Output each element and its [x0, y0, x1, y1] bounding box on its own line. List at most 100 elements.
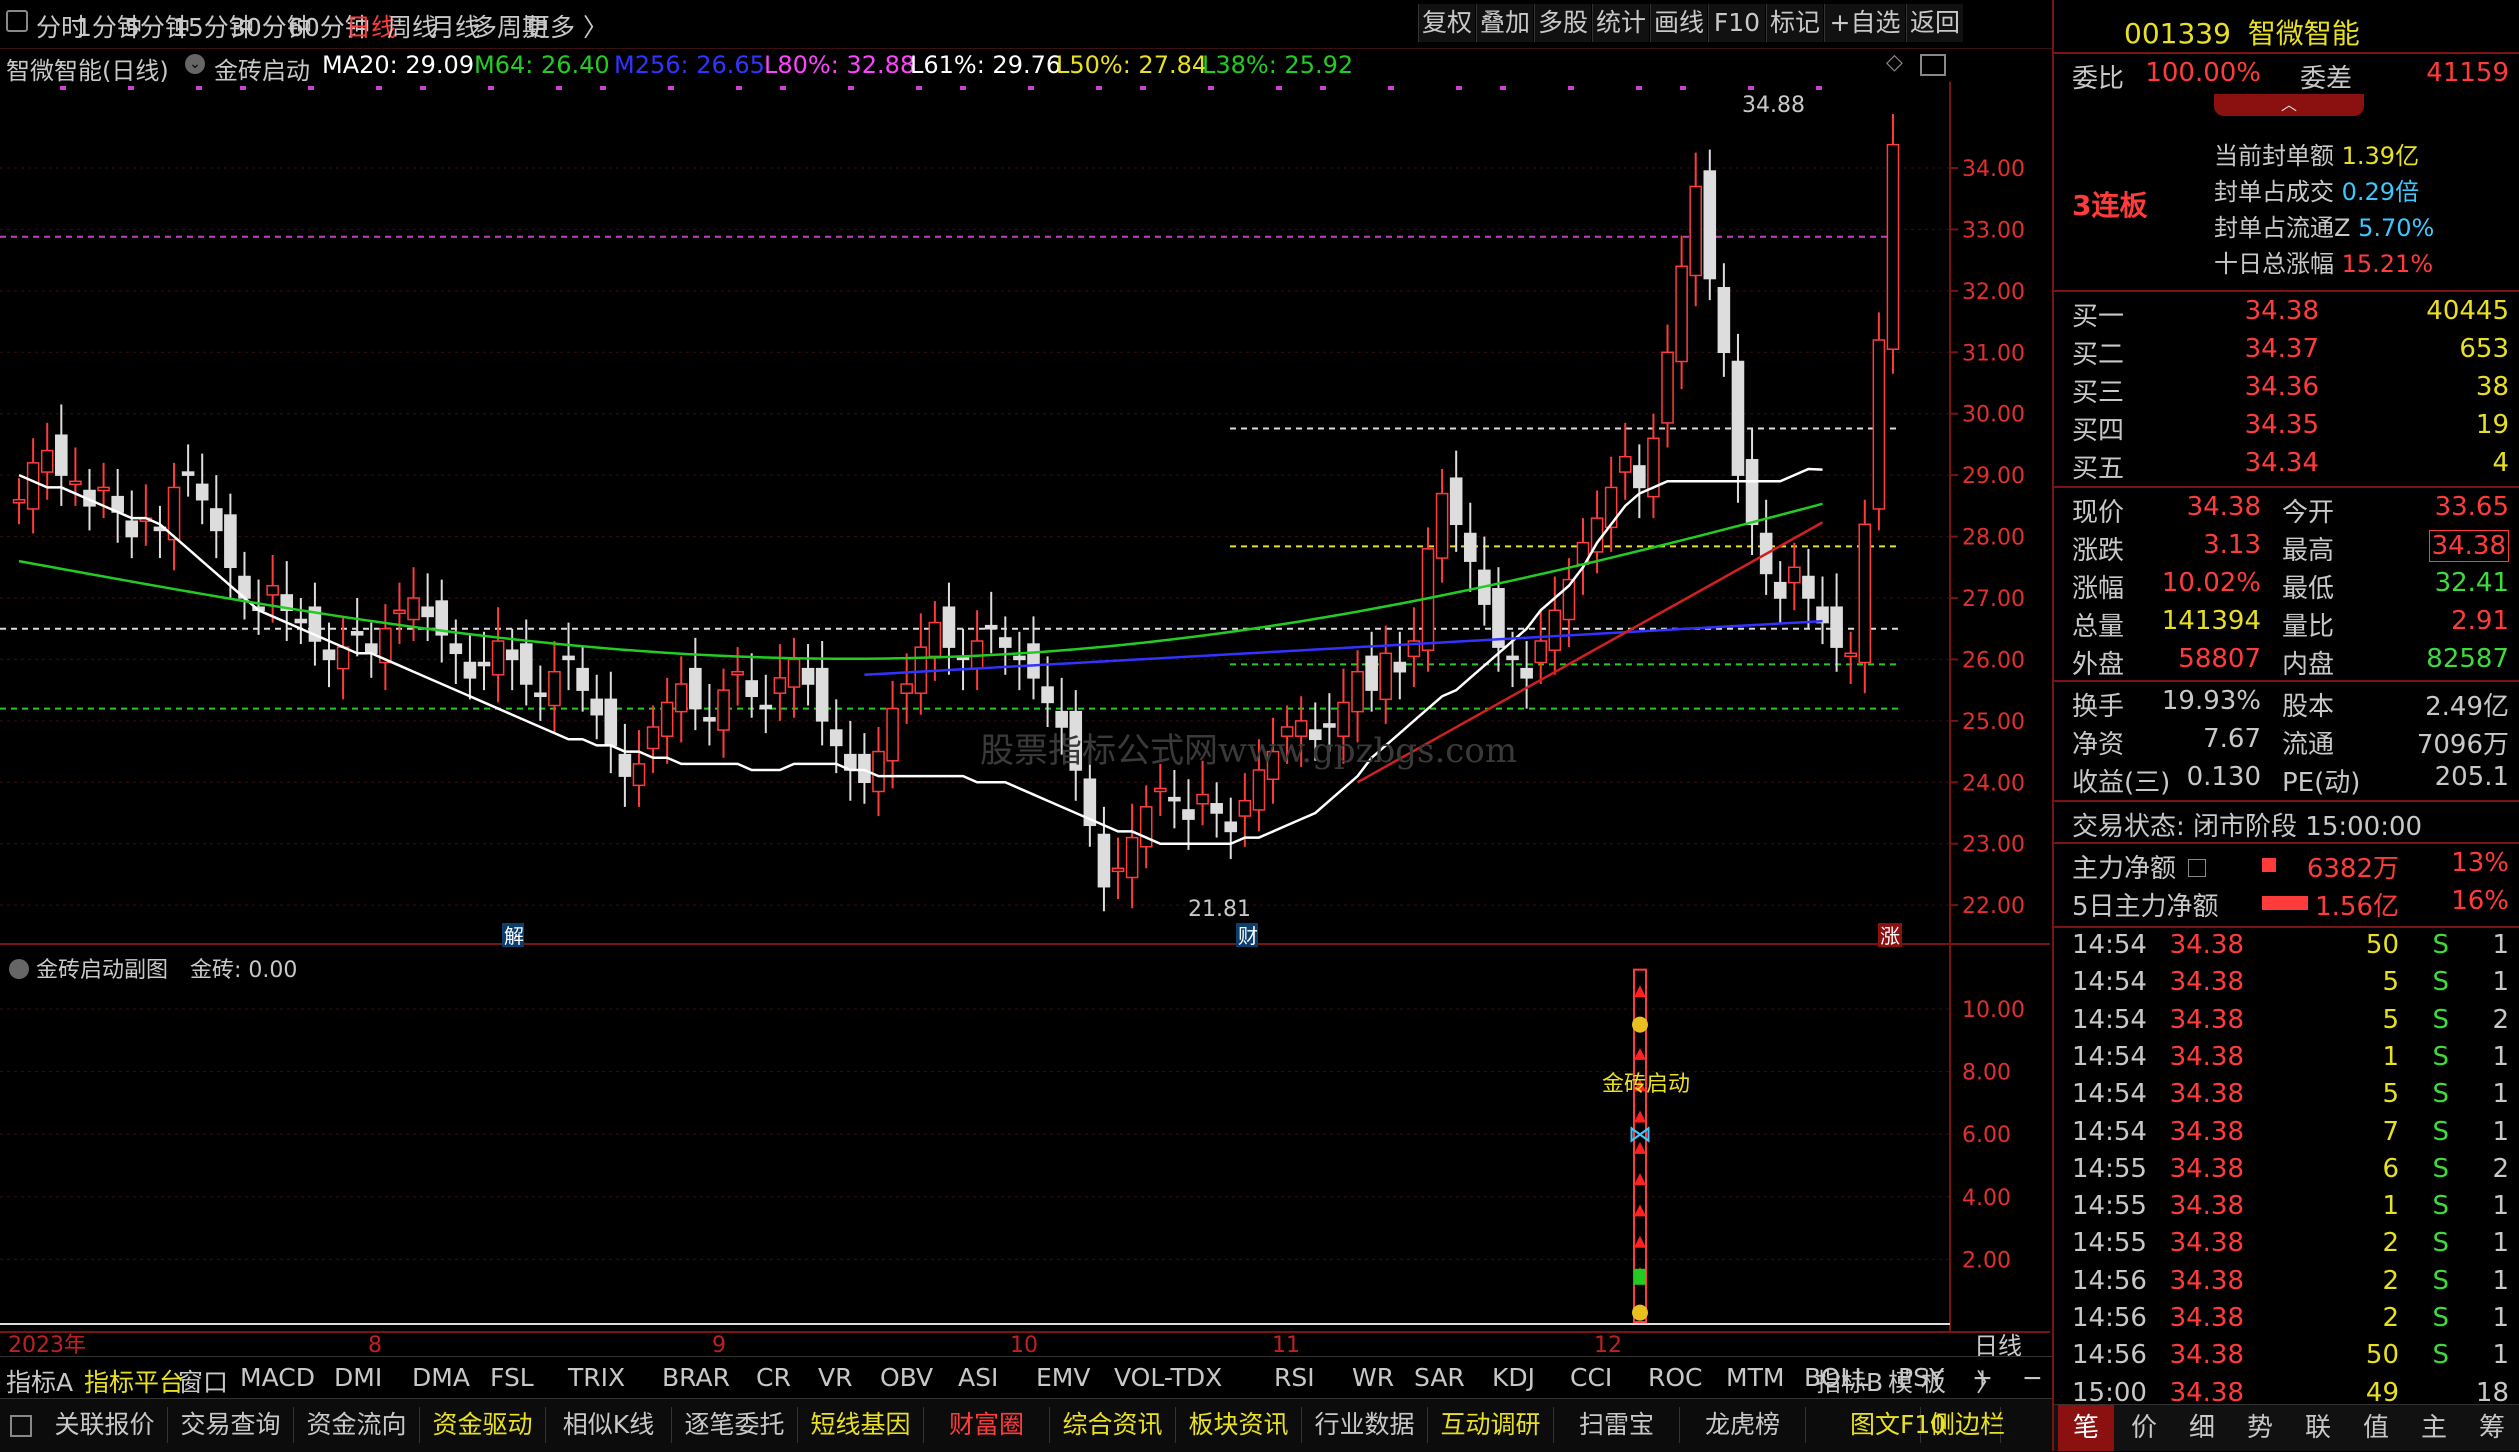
candle[interactable]	[1393, 631, 1407, 700]
quote-tab-2[interactable]: 细	[2174, 1405, 2230, 1451]
panel-toggle-icon[interactable]	[1920, 54, 1946, 76]
function-tab-9[interactable]: 板块资讯	[1176, 1407, 1302, 1443]
remove-tab[interactable]: −	[2022, 1363, 2043, 1392]
function-tab-2[interactable]: 资金流向	[294, 1407, 420, 1443]
candle[interactable]	[674, 656, 688, 743]
indicator-name[interactable]: 金砖启动	[214, 51, 310, 86]
quote-tab-4[interactable]: 联	[2290, 1405, 2346, 1451]
tick-row[interactable]: 14:56 34.38 2 S 1	[2072, 1266, 2509, 1302]
function-tab-15[interactable]: 侧边栏	[1930, 1407, 2005, 1443]
diamond-icon[interactable]: ◇	[1886, 50, 1903, 75]
candle[interactable]	[322, 622, 336, 688]
candle[interactable]	[435, 579, 449, 663]
candle[interactable]	[1576, 518, 1590, 595]
indicator-tab-4[interactable]: DMI	[334, 1363, 382, 1392]
candle[interactable]	[195, 453, 209, 525]
candle[interactable]	[350, 598, 364, 657]
price-chart[interactable]: 34.00 33.00 32.00 31.00 30.00 29.00 28.00 27.00…	[0, 82, 2050, 1356]
candle[interactable]	[111, 469, 124, 543]
template-tab[interactable]: 模 板	[1888, 1363, 1946, 1399]
tick-row[interactable]: 14:54 34.38 50 S 1	[2072, 930, 2509, 966]
back-button[interactable]: 返回	[1906, 4, 1963, 42]
info-icon[interactable]	[2188, 859, 2207, 877]
candle[interactable]	[548, 641, 561, 734]
candle[interactable]	[942, 582, 956, 675]
tick-row[interactable]: 14:54 34.38 5 S 2	[2072, 1005, 2509, 1041]
candle[interactable]	[1238, 773, 1252, 847]
function-tab-3[interactable]: 资金驱动	[420, 1407, 546, 1443]
fund-row[interactable]: 换手 19.93% 股本 2.49亿	[2072, 686, 2509, 722]
tick-row[interactable]: 14:56 34.38 2 S 1	[2072, 1303, 2509, 1339]
candle[interactable]	[1745, 429, 1759, 555]
candle[interactable]	[125, 490, 139, 559]
indicator-tab-21[interactable]: MTM	[1726, 1363, 1784, 1392]
candle[interactable]	[294, 598, 308, 645]
candle[interactable]	[167, 462, 181, 571]
candle[interactable]	[1548, 576, 1562, 675]
candle[interactable]	[12, 478, 26, 525]
candle[interactable]	[1689, 152, 1702, 307]
candle[interactable]	[872, 727, 885, 817]
candle[interactable]	[379, 604, 392, 691]
indicator-tab-16[interactable]: WR	[1352, 1363, 1394, 1392]
candle[interactable]	[1520, 641, 1533, 709]
stat-row[interactable]: 涨跌 3.13 最高 34.38	[2072, 530, 2509, 566]
candle[interactable]	[364, 622, 378, 678]
period-label[interactable]: 日线	[1974, 1332, 2022, 1356]
candle[interactable]	[1041, 656, 1054, 727]
candle[interactable]	[421, 573, 434, 641]
bid-row[interactable]: 买一 34.38 40445	[2072, 296, 2509, 332]
candle[interactable]	[984, 591, 998, 654]
indicator-tab-7[interactable]: TRIX	[568, 1363, 625, 1392]
candle[interactable]	[491, 607, 505, 703]
add-watchlist-button[interactable]: +自选	[1824, 4, 1905, 42]
candle[interactable]	[717, 668, 730, 758]
candle[interactable]	[970, 610, 984, 691]
quote-tab-7[interactable]: 筹	[2464, 1405, 2519, 1451]
candle[interactable]	[519, 619, 533, 706]
tick-row[interactable]: 14:54 34.38 5 S 1	[2072, 967, 2509, 1003]
candle[interactable]	[1788, 542, 1801, 611]
stat-row[interactable]: 总量 141394 量比 2.91	[2072, 606, 2509, 642]
collapse-icon[interactable]: ︿	[2214, 94, 2364, 116]
bid-row[interactable]: 买五 34.34 4	[2072, 448, 2509, 484]
adjust-button[interactable]: 复权	[1418, 4, 1475, 42]
draw-line-button[interactable]: 画线	[1650, 4, 1707, 42]
candle[interactable]	[1168, 770, 1181, 829]
candle[interactable]	[1125, 803, 1139, 909]
fund-row[interactable]: 收益(三) 0.130 PE(动) 205.1	[2072, 762, 2509, 798]
candle[interactable]	[1675, 235, 1688, 390]
indicator-dropdown-icon[interactable]: ⌄	[185, 54, 205, 74]
quote-tab-3[interactable]: 势	[2232, 1405, 2288, 1451]
candle[interactable]	[844, 720, 857, 801]
candle[interactable]	[1816, 576, 1829, 645]
candle[interactable]	[1844, 631, 1857, 684]
candle[interactable]	[829, 699, 843, 774]
indicator-tab-11[interactable]: OBV	[880, 1363, 933, 1392]
candle[interactable]	[393, 582, 406, 645]
sub-indicator-dropdown-icon[interactable]	[9, 959, 29, 979]
candle[interactable]	[1210, 782, 1223, 838]
statistics-button[interactable]: 统计	[1592, 4, 1649, 42]
tick-row[interactable]: 14:56 34.38 50 S 1	[2072, 1340, 2509, 1376]
f10-button[interactable]: F10	[1708, 4, 1765, 42]
candle[interactable]	[181, 444, 195, 497]
bid-row[interactable]: 买三 34.36 38	[2072, 372, 2509, 408]
candle[interactable]	[1111, 837, 1125, 899]
candle[interactable]	[1534, 610, 1548, 684]
candle[interactable]	[703, 684, 716, 746]
candle[interactable]	[576, 647, 589, 712]
function-tab-11[interactable]: 互动调研	[1428, 1407, 1554, 1443]
function-tab-5[interactable]: 逐笔委托	[672, 1407, 798, 1443]
fund-row[interactable]: 净资 7.67 流通 7096万	[2072, 724, 2509, 760]
indicator-tab-2[interactable]: 窗口	[178, 1363, 228, 1399]
candle[interactable]	[97, 462, 110, 519]
function-tab-6[interactable]: 短线基因	[798, 1407, 924, 1443]
candle[interactable]	[69, 447, 82, 506]
candle[interactable]	[1463, 502, 1477, 592]
candle[interactable]	[463, 634, 477, 700]
function-tab-14[interactable]: 图文F10	[1850, 1407, 1946, 1443]
candle[interactable]	[604, 671, 618, 774]
quote-tab-6[interactable]: 主	[2406, 1405, 2462, 1451]
bid-row[interactable]: 买二 34.37 653	[2072, 334, 2509, 370]
